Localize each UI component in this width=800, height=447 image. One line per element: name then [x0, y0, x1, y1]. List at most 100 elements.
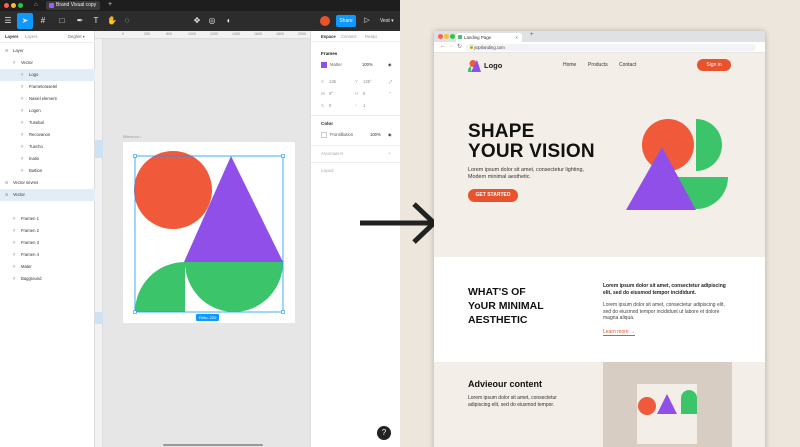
maximize-window-button[interactable] — [18, 3, 23, 8]
logo-icon[interactable] — [468, 59, 482, 73]
appearance-row[interactable]: Asconiarent + — [311, 149, 400, 159]
present-icon[interactable]: ▷ — [362, 15, 372, 27]
add-icon[interactable]: + — [388, 149, 390, 159]
reload-icon[interactable]: ↻ — [457, 43, 462, 50]
layer-row[interactable]: # Framen 2 — [0, 225, 95, 237]
help-button[interactable]: ? — [377, 426, 391, 440]
frame-row[interactable]: Matter 100% ◉ — [311, 60, 400, 70]
color-row[interactable]: Frontilbution 100% ◉ — [311, 130, 400, 140]
browser-tab[interactable]: Landing Page × — [456, 33, 522, 42]
tab-layers[interactable]: Layers — [5, 34, 19, 39]
orange-circle[interactable] — [134, 151, 212, 229]
eye-icon[interactable]: ◉ — [388, 130, 392, 140]
main-menu-icon[interactable]: ☰ — [3, 15, 13, 27]
resize-handle[interactable] — [133, 154, 137, 158]
horizontal-scrollbar[interactable] — [163, 444, 263, 446]
layout-row[interactable]: Layout — [311, 166, 400, 176]
back-icon[interactable]: ← — [440, 43, 446, 49]
mask-icon[interactable]: ◎ — [206, 15, 218, 27]
resize-handle[interactable] — [281, 154, 285, 158]
y-input[interactable]: 125° — [363, 77, 372, 87]
file-tab[interactable]: Brand Visual copy — [46, 1, 100, 10]
x-input[interactable]: 135 — [329, 77, 336, 87]
close-window-button[interactable] — [438, 34, 443, 39]
eye-icon[interactable]: ◉ — [388, 60, 392, 70]
forward-icon[interactable]: → — [448, 43, 454, 49]
maximize-window-button[interactable] — [450, 34, 455, 39]
r-input[interactable]: 0 — [329, 101, 331, 111]
layer-row[interactable]: # Frametorasetel — [0, 81, 95, 93]
artboard-label[interactable]: Bitemoor › — [123, 134, 141, 139]
frame-opacity[interactable]: 100% — [362, 60, 373, 70]
frame-swatch[interactable] — [321, 62, 327, 68]
fill-icon[interactable]: ◐ — [222, 15, 236, 27]
layer-row[interactable]: # Recovanon — [0, 129, 95, 141]
home-icon[interactable]: ⌂ — [34, 2, 38, 8]
add-tab-button[interactable]: + — [108, 1, 112, 8]
landing-page: Logo Home Products Contact Sign in SHAPE… — [434, 53, 765, 447]
canvas[interactable]: Bitemoor › Retu: 220 — [103, 39, 310, 447]
layer-row[interactable]: # Framen 3 — [0, 237, 95, 249]
resize-handle[interactable] — [133, 310, 137, 314]
layer-row[interactable]: ⊞ Vector sevres — [0, 177, 95, 189]
learn-more-link[interactable]: Learn more → — [603, 329, 635, 336]
text-tool-icon[interactable]: T — [91, 15, 101, 27]
r2-input[interactable]: 1 — [363, 101, 365, 111]
green-quarter[interactable] — [135, 262, 185, 312]
layer-row[interactable]: ⊞ Vector — [0, 189, 95, 201]
layer-row[interactable]: # Inatio — [0, 153, 95, 165]
move-tool-icon[interactable]: ➤ — [17, 13, 33, 29]
new-tab-button[interactable]: + — [530, 32, 534, 38]
nav-link-home[interactable]: Home — [563, 62, 576, 68]
avatar[interactable] — [320, 16, 330, 26]
h-input[interactable]: 0 — [363, 89, 365, 99]
layer-row[interactable]: # Nasiel element — [0, 93, 95, 105]
comment-tool-icon[interactable]: ◌ — [121, 15, 133, 27]
layer-row[interactable]: # Logo — [0, 69, 95, 81]
color-swatch[interactable] — [321, 132, 327, 138]
minimize-window-button[interactable] — [11, 3, 16, 8]
color-opacity[interactable]: 100% — [370, 130, 381, 140]
tab-comment[interactable]: Connect — [341, 32, 357, 42]
zoom-dropdown[interactable]: Vest ▾ — [380, 15, 394, 27]
component-icon[interactable]: ✥ — [191, 15, 203, 27]
nav-link-products[interactable]: Products — [588, 62, 608, 68]
w-input[interactable]: 0° — [329, 89, 333, 99]
corner-icon[interactable]: ⌜ — [389, 89, 391, 99]
layer-row[interactable]: # Bagground — [0, 273, 95, 285]
frame-tool-icon[interactable]: # — [37, 15, 49, 27]
get-started-button[interactable]: GET STARTED — [468, 189, 518, 202]
layer-row[interactable]: # Framen 4 — [0, 249, 95, 261]
tab-design[interactable]: Espace — [321, 32, 336, 42]
sign-in-button[interactable]: Sign in — [697, 59, 731, 71]
resize-handle[interactable] — [281, 310, 285, 314]
nav-link-contact[interactable]: Contact — [619, 62, 636, 68]
section-2-title-line-2: YoUR MINIMAL — [468, 300, 544, 312]
tab-assets[interactable]: Layers — [25, 34, 38, 39]
frame-icon: # — [21, 156, 24, 161]
logo-text[interactable]: Logo — [484, 61, 502, 70]
layer-row[interactable]: # Framen 1 — [0, 213, 95, 225]
layer-row[interactable]: ⊞ Layer — [0, 45, 95, 57]
close-tab-icon[interactable]: × — [515, 33, 518, 42]
tab-prototype[interactable]: Resipi — [365, 32, 377, 42]
shape-tool-icon[interactable]: □ — [56, 15, 68, 27]
ruler-selection-marker — [95, 140, 103, 158]
layer-row[interactable]: # Buttion — [0, 165, 95, 177]
page-selector[interactable]: Deghet ▾ — [68, 34, 85, 39]
vertical-ruler — [95, 39, 103, 447]
hand-tool-icon[interactable]: ✋ — [106, 15, 118, 27]
pen-tool-icon[interactable]: ✒ — [74, 15, 86, 27]
layer-row[interactable]: # Vector — [0, 57, 95, 69]
url-input[interactable]: yoprlanding.com — [466, 44, 756, 51]
share-button[interactable]: Share — [336, 15, 356, 27]
layer-row[interactable]: # Mater — [0, 261, 95, 273]
minimize-window-button[interactable] — [444, 34, 449, 39]
layer-row[interactable]: # Tuecho — [0, 141, 95, 153]
file-icon — [49, 3, 54, 8]
layer-row[interactable]: # Tusebal — [0, 117, 95, 129]
layer-row[interactable]: # Logen — [0, 105, 95, 117]
close-window-button[interactable] — [4, 3, 9, 8]
constrain-icon[interactable]: ⤢ — [389, 77, 392, 87]
artboard[interactable]: Retu: 220 — [123, 142, 295, 323]
